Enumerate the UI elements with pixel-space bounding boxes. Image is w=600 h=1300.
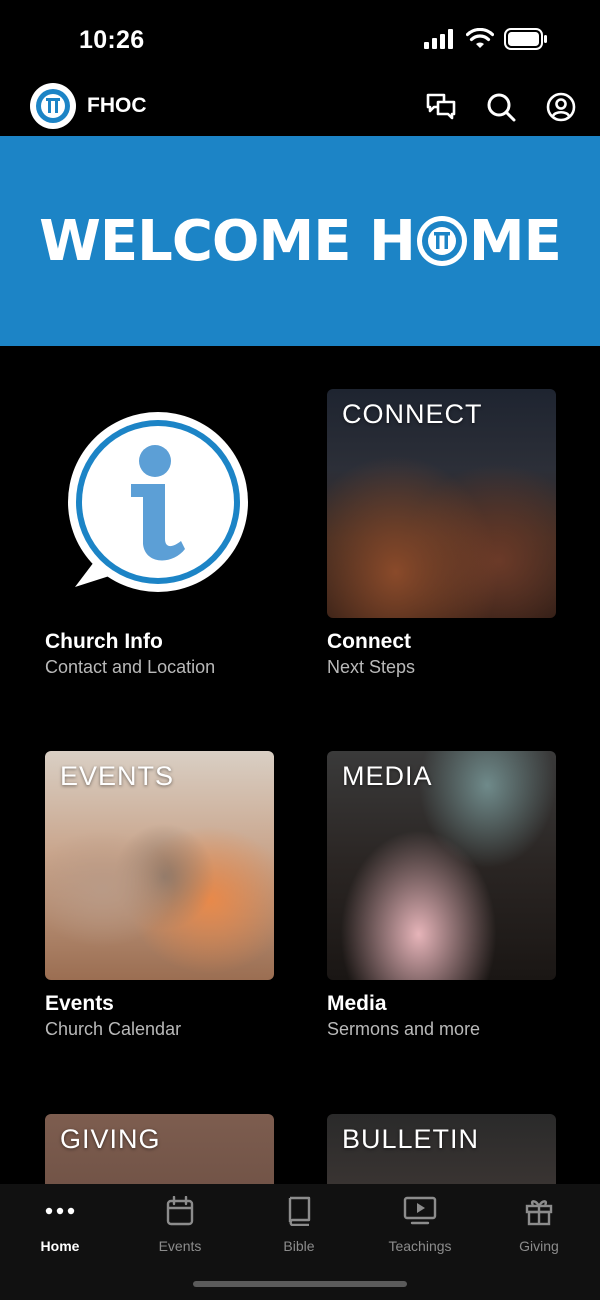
tile-events[interactable]: EVENTS Events Church Calendar <box>45 751 274 1040</box>
tab-bible[interactable]: Bible <box>249 1194 349 1254</box>
book-icon <box>282 1194 316 1228</box>
church-info-image <box>45 389 274 618</box>
church-logo[interactable] <box>30 83 76 129</box>
church-logo-icon <box>36 89 70 123</box>
connect-photo: CONNECT <box>327 389 556 618</box>
tab-label: Events <box>158 1238 202 1254</box>
banner-title: WELCOME H ME <box>39 208 562 274</box>
tab-home[interactable]: Home <box>10 1194 110 1254</box>
tile-overlay-label: CONNECT <box>342 399 483 429</box>
church-logo-icon <box>421 221 462 261</box>
gift-icon <box>522 1194 556 1228</box>
tile-subtitle: Contact and Location <box>45 657 216 677</box>
more-dots-icon <box>43 1194 77 1228</box>
chat-icon <box>426 93 456 120</box>
search-icon <box>487 93 516 122</box>
app-title: FHOC <box>87 94 147 117</box>
battery-icon <box>504 28 547 50</box>
tab-teachings[interactable]: Teachings <box>370 1194 470 1254</box>
tile-subtitle: Sermons and more <box>327 1019 481 1039</box>
tab-label: Giving <box>519 1238 559 1254</box>
tile-overlay-label: MEDIA <box>342 761 433 791</box>
home-indicator <box>193 1281 407 1287</box>
banner-logo-o <box>416 216 467 266</box>
tile-title: Church Info <box>45 630 163 653</box>
tile-overlay-label: GIVING <box>60 1124 161 1154</box>
profile-icon <box>546 92 576 122</box>
tile-church-info[interactable]: Church Info Contact and Location <box>45 389 274 678</box>
banner-text-left: WELCOME H <box>39 208 416 274</box>
tile-overlay-label: BULLETIN <box>342 1124 480 1154</box>
tile-subtitle: Church Calendar <box>45 1019 182 1039</box>
signal-icon <box>424 29 453 49</box>
tile-connect[interactable]: CONNECT Connect Next Steps <box>327 389 556 678</box>
tab-events[interactable]: Events <box>130 1194 230 1254</box>
status-bar: 10:26 <box>0 0 600 80</box>
chat-button[interactable] <box>424 90 458 124</box>
profile-button[interactable] <box>544 90 578 124</box>
info-bubble-icon <box>68 412 248 592</box>
tab-label: Bible <box>283 1238 315 1254</box>
tile-overlay-label: EVENTS <box>60 761 175 791</box>
tile-title: Media <box>327 992 387 1015</box>
media-photo: MEDIA <box>327 751 556 980</box>
tab-label: Teachings <box>388 1238 452 1254</box>
tile-subtitle: Next Steps <box>327 657 416 677</box>
search-button[interactable] <box>484 90 518 124</box>
tab-giving[interactable]: Giving <box>489 1194 589 1254</box>
status-time: 10:26 <box>79 26 145 54</box>
calendar-icon <box>163 1194 197 1228</box>
events-photo: EVENTS <box>45 751 274 980</box>
welcome-banner[interactable]: WELCOME H ME <box>0 136 600 346</box>
tile-media[interactable]: MEDIA Media Sermons and more <box>327 751 556 1040</box>
banner-text-right: ME <box>468 208 562 274</box>
tv-play-icon <box>403 1194 437 1228</box>
header-actions <box>424 90 578 124</box>
status-icons <box>424 28 548 50</box>
tile-title: Events <box>45 992 114 1015</box>
wifi-icon <box>466 28 494 48</box>
app-header: FHOC <box>0 80 600 136</box>
tile-title: Connect <box>327 630 411 653</box>
tab-label: Home <box>40 1238 80 1254</box>
